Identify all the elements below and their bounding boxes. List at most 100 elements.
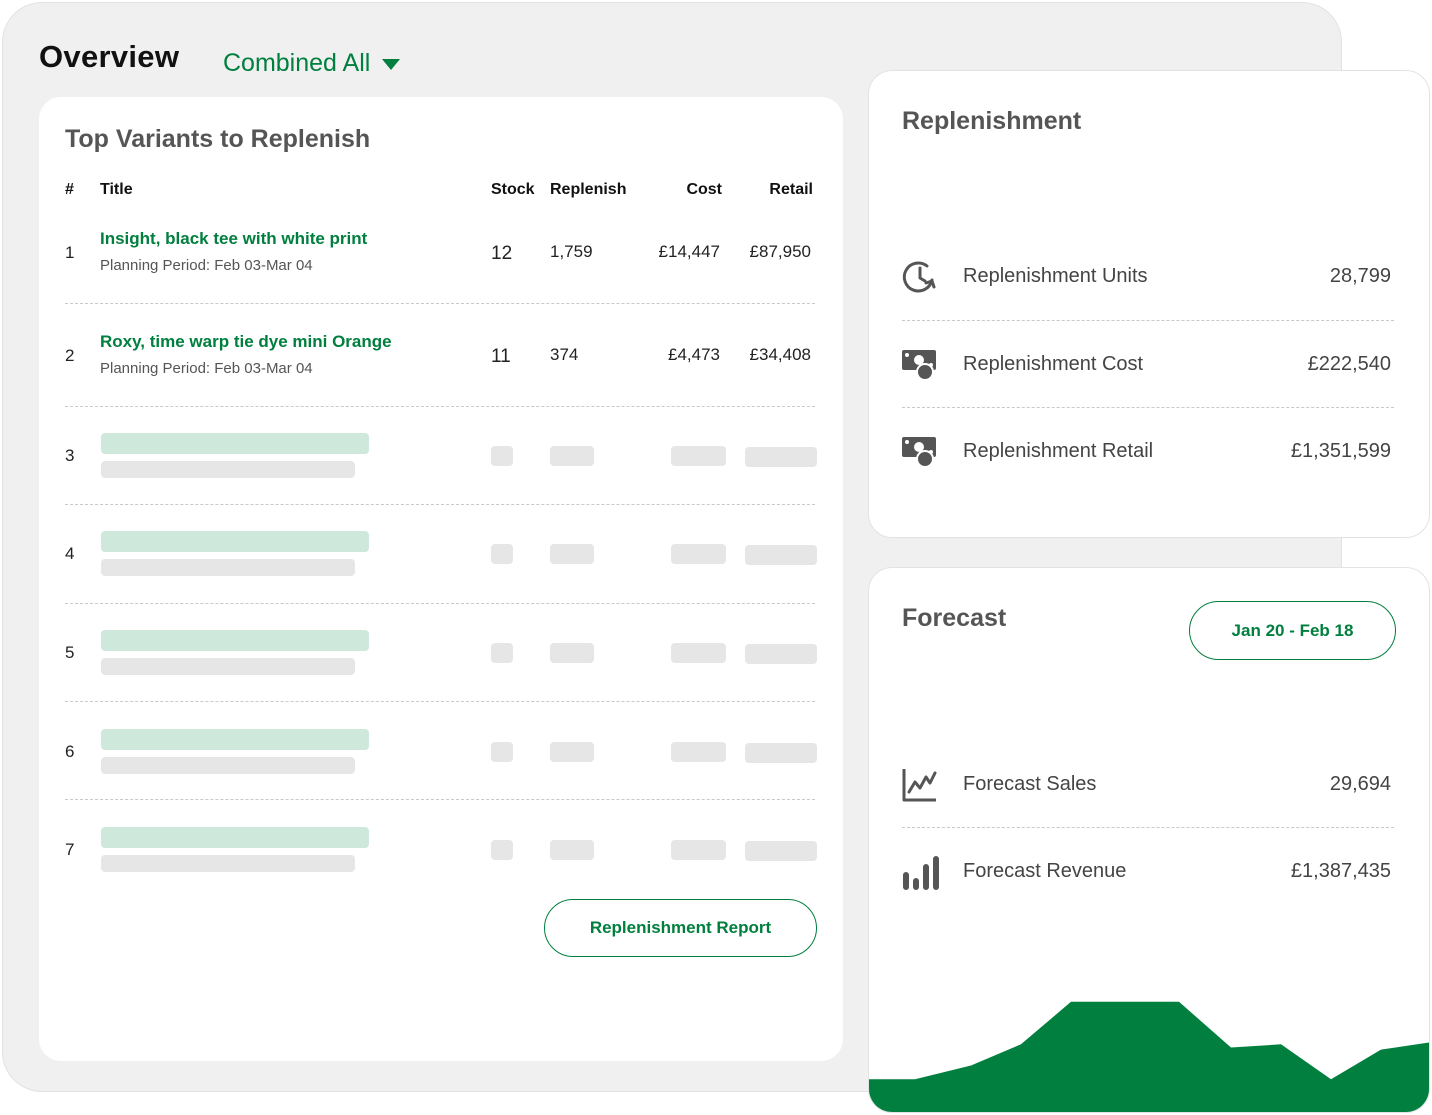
replenish-value: 374 [550,345,579,364]
replenishment-report-button[interactable]: Replenishment Report [544,899,817,957]
row-number: 6 [65,742,75,761]
skeleton-replenish [550,840,594,860]
skeleton-retail [745,743,817,763]
cost-value: £4,473 [668,345,720,364]
col-header-replenish: Replenish [550,181,627,198]
cost-value: £14,447 [658,242,720,261]
skeleton-subtitle [101,658,355,675]
forecast-card: Forecast Jan 20 - Feb 18 Forecast Sales … [868,567,1430,1113]
store-selector-dropdown[interactable]: Combined All [223,49,401,78]
metric-label: Replenishment Units [963,265,1148,287]
date-range-button[interactable]: Jan 20 - Feb 18 [1189,601,1396,660]
planning-period: Planning Period: Feb 03-Mar 04 [100,257,313,274]
metric-divider [902,320,1394,321]
skeleton-retail [745,841,817,861]
table-row[interactable]: 1 Insight, black tee with white print Pl… [39,227,843,299]
metric-value: £1,351,599 [1290,440,1391,462]
row-number: 4 [65,544,75,563]
col-header-stock: Stock [491,181,535,198]
metric-value: 28,799 [1329,265,1391,287]
row-divider [65,701,815,702]
placeholder-row: 5 [39,628,843,678]
skeleton-stock [491,446,513,466]
col-header-retail: Retail [769,181,813,198]
planning-period: Planning Period: Feb 03-Mar 04 [100,360,313,377]
metric-replenishment-cost: Replenishment Cost £222,540 [869,345,1429,385]
metric-value: 29,694 [1329,773,1391,795]
skeleton-stock [491,840,513,860]
metric-forecast-sales: Forecast Sales 29,694 [869,765,1429,805]
retail-value: £34,408 [749,345,811,364]
row-number: 2 [65,346,75,365]
stock-value: 12 [491,243,513,264]
placeholder-row: 7 [39,825,843,875]
metric-replenishment-retail: Replenishment Retail £1,351,599 [869,432,1429,472]
row-divider [65,799,815,800]
metric-forecast-revenue: Forecast Revenue £1,387,435 [869,852,1429,892]
replenishment-title: Replenishment [902,107,1082,135]
bar-chart-icon [903,856,939,890]
metric-value: £1,387,435 [1290,860,1391,882]
skeleton-cost [671,840,726,860]
metric-label: Replenishment Cost [963,353,1144,375]
placeholder-row: 4 [39,529,843,579]
store-selector-label: Combined All [223,49,371,77]
skeleton-retail [745,447,817,467]
cash-icon [902,437,936,468]
skeleton-replenish [550,742,594,762]
row-number: 3 [65,446,75,465]
skeleton-title [101,630,369,651]
stock-value: 11 [491,346,511,367]
clock-refresh-icon [902,261,936,293]
row-number: 1 [65,243,75,262]
skeleton-cost [671,544,726,564]
skeleton-subtitle [101,559,355,576]
row-divider [65,303,815,304]
caret-down-icon [382,59,401,70]
col-header-cost: Cost [686,181,722,198]
row-divider [65,406,815,407]
skeleton-subtitle [101,461,355,478]
placeholder-row: 6 [39,727,843,777]
forecast-title: Forecast [902,604,1007,632]
row-divider [65,504,815,505]
top-variants-title: Top Variants to Replenish [65,125,371,153]
col-header-num: # [65,181,74,198]
row-number: 5 [65,643,75,662]
variant-title-link[interactable]: Roxy, time warp tie dye mini Orange [100,332,392,352]
variant-title-link[interactable]: Insight, black tee with white print [100,229,367,249]
top-variants-card: Top Variants to Replenish # Title Stock … [39,97,843,1061]
skeleton-title [101,729,369,750]
skeleton-cost [671,446,726,466]
replenishment-card: Replenishment Replenishment Units 28,799… [868,70,1430,538]
metric-divider [902,827,1394,828]
metric-label: Forecast Sales [963,773,1097,795]
skeleton-cost [671,643,726,663]
line-chart-icon [902,769,937,802]
skeleton-replenish [550,446,594,466]
skeleton-retail [745,545,817,565]
skeleton-title [101,433,369,454]
col-header-title: Title [100,181,133,198]
table-row[interactable]: 2 Roxy, time warp tie dye mini Orange Pl… [39,330,843,402]
metric-label: Replenishment Retail [963,440,1154,462]
retail-value: £87,950 [749,242,811,261]
skeleton-stock [491,544,513,564]
replenish-value: 1,759 [550,242,593,261]
skeleton-cost [671,742,726,762]
placeholder-row: 3 [39,431,843,481]
page-title: Overview [39,39,180,74]
row-divider [65,603,815,604]
row-number: 7 [65,840,75,859]
skeleton-replenish [550,544,594,564]
skeleton-stock [491,742,513,762]
skeleton-subtitle [101,757,355,774]
forecast-trend-chart [869,1001,1429,1112]
skeleton-title [101,531,369,552]
metric-divider [902,407,1394,408]
metric-label: Forecast Revenue [963,860,1127,882]
forecast-trend-area [869,1001,1429,1112]
metric-replenishment-units: Replenishment Units 28,799 [869,257,1429,297]
skeleton-retail [745,644,817,664]
skeleton-title [101,827,369,848]
